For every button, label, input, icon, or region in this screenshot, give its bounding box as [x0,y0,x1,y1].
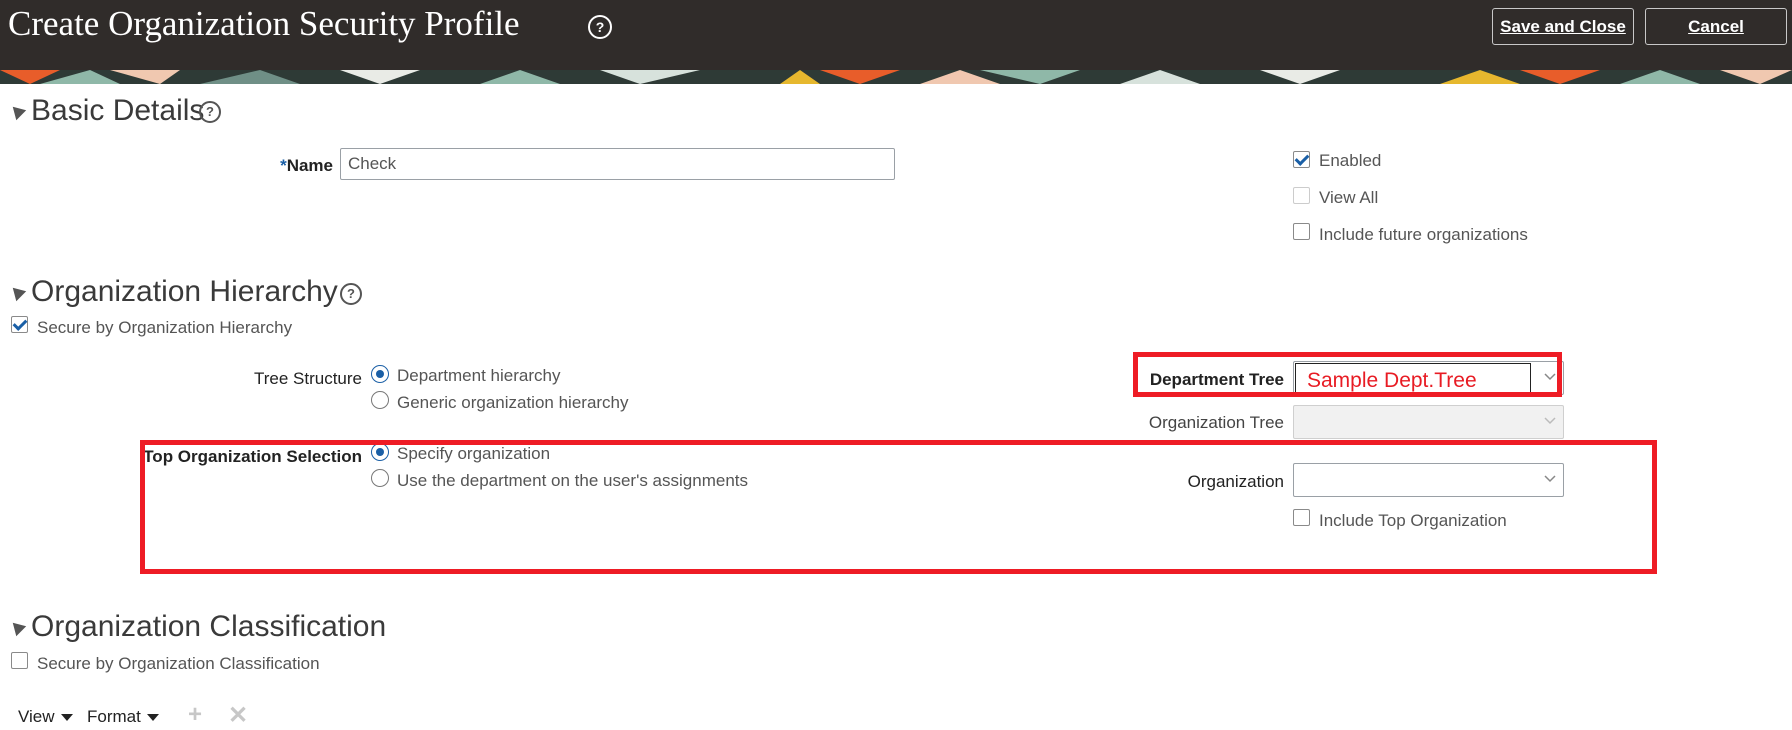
view-all-label: View All [1319,188,1379,207]
collapse-triangle-icon[interactable] [7,282,27,302]
secure-by-classification-label: Secure by Organization Classification [37,654,320,673]
plus-icon[interactable]: + [188,701,202,729]
view-all-checkbox[interactable] [1293,187,1310,204]
x-icon[interactable]: ✕ [228,701,248,730]
chevron-down-icon [1544,417,1556,425]
tree-structure-label: Tree Structure [253,369,362,388]
department-hierarchy-radio[interactable] [371,365,389,383]
collapse-triangle-icon[interactable] [7,101,27,121]
organization-tree-label: Organization Tree [1148,413,1284,432]
generic-hierarchy-label: Generic organization hierarchy [397,393,629,412]
generic-hierarchy-radio[interactable] [371,391,389,409]
view-menu[interactable]: View [18,707,73,727]
enabled-label: Enabled [1319,151,1382,170]
cancel-button[interactable]: Cancel [1645,8,1787,45]
page-header: Create Organization Security Profile ? S… [0,0,1792,84]
format-menu[interactable]: Format [87,707,159,727]
secure-by-hierarchy-checkbox[interactable] [11,316,28,333]
secure-by-hierarchy-label: Secure by Organization Hierarchy [37,318,293,337]
section-title-basic-details: Basic Details [31,94,205,127]
help-icon[interactable]: ? [199,101,221,123]
page-title: Create Organization Security Profile [8,4,520,43]
include-future-label: Include future organizations [1319,225,1528,244]
organization-tree-select[interactable] [1293,405,1564,439]
section-title-org-hierarchy: Organization Hierarchy [31,275,338,308]
required-marker: * [280,156,287,175]
caret-down-icon [146,714,159,722]
secure-by-classification-checkbox[interactable] [11,652,28,669]
section-title-org-classification: Organization Classification [31,610,387,643]
name-label: *Name [280,156,333,175]
enabled-checkbox[interactable] [1293,151,1310,168]
help-icon[interactable]: ? [588,15,612,39]
annotation-highlight [140,440,1657,574]
save-and-close-button[interactable]: Save and Close [1492,8,1634,45]
annotation-highlight [1133,352,1562,397]
department-hierarchy-label: Department hierarchy [397,366,561,385]
name-input[interactable] [340,148,895,180]
help-icon[interactable]: ? [340,283,362,305]
collapse-triangle-icon[interactable] [7,617,27,637]
decorative-banner [0,70,1792,84]
include-future-checkbox[interactable] [1293,223,1310,240]
caret-down-icon [60,714,73,722]
